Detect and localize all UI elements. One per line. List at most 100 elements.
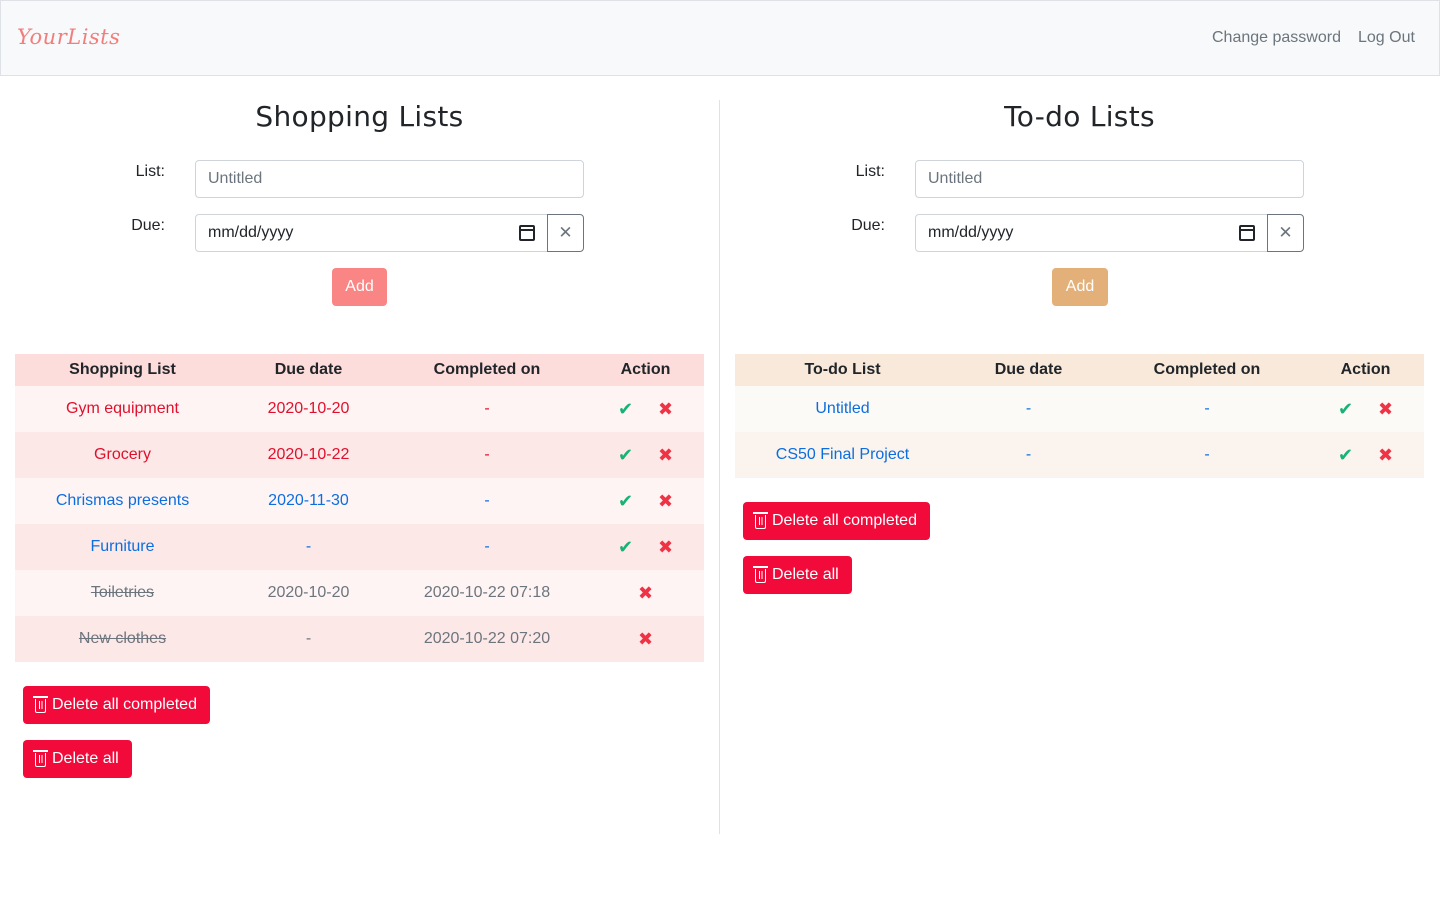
shopping-add-button[interactable]: Add (332, 268, 387, 306)
due-date-cell: 2020-10-20 (230, 570, 387, 616)
x-icon[interactable]: ✖ (646, 399, 686, 420)
x-icon: ✕ (1278, 223, 1293, 242)
x-icon[interactable]: ✖ (1366, 399, 1406, 420)
x-icon[interactable]: ✖ (646, 445, 686, 466)
list-name-link[interactable]: Toiletries (15, 570, 230, 616)
brand-logo[interactable]: YourLists (17, 25, 120, 49)
completed-cell: - (1107, 432, 1307, 478)
table-row: CS50 Final Project - - ✔ ✖ (735, 432, 1424, 478)
check-icon[interactable]: ✔ (606, 537, 646, 558)
check-icon[interactable]: ✔ (606, 399, 646, 420)
column-header: Action (1307, 354, 1424, 386)
shopping-title: Shopping Lists (255, 100, 464, 133)
column-header: To-do List (735, 354, 950, 386)
column-header: Completed on (1107, 354, 1307, 386)
x-icon: ✕ (558, 223, 573, 242)
completed-cell: - (387, 386, 587, 432)
todo-due-input[interactable]: mm/dd/yyyy (915, 214, 1268, 252)
due-date-cell: 2020-10-20 (230, 386, 387, 432)
shopping-table: Shopping List Due date Completed on Acti… (15, 354, 704, 662)
list-name-link[interactable]: Grocery (15, 432, 230, 478)
change-password-link[interactable]: Change password (1212, 29, 1341, 47)
list-name-link[interactable]: Chrismas presents (15, 478, 230, 524)
table-row: Gym equipment 2020-10-20 - ✔ ✖ (15, 386, 704, 432)
logout-link[interactable]: Log Out (1358, 29, 1415, 47)
column-header: Shopping List (15, 354, 230, 386)
table-row: New clothes - 2020-10-22 07:20 ✖ (15, 616, 704, 662)
delete-completed-label: Delete all completed (772, 512, 917, 529)
shopping-due-label: Due: (131, 217, 165, 234)
x-icon[interactable]: ✖ (626, 583, 666, 604)
table-row: Chrismas presents 2020-11-30 - ✔ ✖ (15, 478, 704, 524)
completed-cell: - (387, 524, 587, 570)
trash-icon (753, 566, 768, 583)
due-date-cell: - (950, 432, 1107, 478)
table-header-row: To-do List Due date Completed on Action (735, 354, 1424, 386)
completed-cell: - (1107, 386, 1307, 432)
check-icon[interactable]: ✔ (1326, 399, 1366, 420)
x-icon[interactable]: ✖ (646, 537, 686, 558)
todo-table: To-do List Due date Completed on Action … (735, 354, 1424, 478)
column-header: Due date (950, 354, 1107, 386)
shopping-delete-completed-button[interactable]: Delete all completed (23, 686, 210, 724)
todo-delete-all-button[interactable]: Delete all (743, 556, 852, 594)
due-date-cell: - (230, 616, 387, 662)
table-row: Furniture - - ✔ ✖ (15, 524, 704, 570)
action-cell: ✔ ✖ (587, 524, 704, 570)
trash-icon (753, 512, 768, 529)
todo-delete-completed-button[interactable]: Delete all completed (743, 502, 930, 540)
check-icon[interactable]: ✔ (606, 445, 646, 466)
completed-cell: - (387, 432, 587, 478)
navbar: YourLists Change password Log Out (0, 0, 1440, 76)
x-icon[interactable]: ✖ (646, 491, 686, 512)
completed-cell: 2020-10-22 07:18 (387, 570, 587, 616)
column-header: Completed on (387, 354, 587, 386)
column-header: Due date (230, 354, 387, 386)
todo-due-placeholder: mm/dd/yyyy (928, 224, 1014, 241)
action-cell: ✔ ✖ (1307, 386, 1424, 432)
list-name-link[interactable]: Furniture (15, 524, 230, 570)
shopping-panel: Shopping Lists List: Due: mm/dd/yyyy ✕ A… (0, 76, 720, 900)
x-icon[interactable]: ✖ (626, 629, 666, 650)
todo-list-label: List: (855, 163, 885, 180)
check-icon[interactable]: ✔ (1326, 445, 1366, 466)
list-name-link[interactable]: New clothes (15, 616, 230, 662)
x-icon[interactable]: ✖ (1366, 445, 1406, 466)
trash-icon (33, 750, 48, 767)
shopping-delete-all-button[interactable]: Delete all (23, 740, 132, 778)
shopping-list-label: List: (135, 163, 165, 180)
shopping-clear-due-button[interactable]: ✕ (547, 214, 584, 252)
table-row: Untitled - - ✔ ✖ (735, 386, 1424, 432)
due-date-cell: 2020-10-22 (230, 432, 387, 478)
shopping-due-input[interactable]: mm/dd/yyyy (195, 214, 548, 252)
action-cell: ✔ ✖ (587, 432, 704, 478)
todo-panel: To-do Lists List: Due: mm/dd/yyyy ✕ Add … (720, 76, 1440, 900)
action-cell: ✖ (587, 616, 704, 662)
shopping-list-input[interactable] (195, 160, 584, 198)
delete-all-label: Delete all (52, 750, 119, 767)
table-row: Grocery 2020-10-22 - ✔ ✖ (15, 432, 704, 478)
delete-all-label: Delete all (772, 566, 839, 583)
list-name-link[interactable]: Gym equipment (15, 386, 230, 432)
table-header-row: Shopping List Due date Completed on Acti… (15, 354, 704, 386)
todo-list-input[interactable] (915, 160, 1304, 198)
shopping-due-group: mm/dd/yyyy ✕ (195, 214, 584, 252)
todo-title: To-do Lists (1004, 100, 1155, 133)
shopping-due-placeholder: mm/dd/yyyy (208, 224, 294, 241)
calendar-icon[interactable] (1239, 225, 1255, 241)
due-date-cell: - (950, 386, 1107, 432)
action-cell: ✔ ✖ (587, 478, 704, 524)
check-icon[interactable]: ✔ (606, 491, 646, 512)
action-cell: ✔ ✖ (587, 386, 704, 432)
todo-add-button[interactable]: Add (1052, 268, 1108, 306)
list-name-link[interactable]: Untitled (735, 386, 950, 432)
due-date-cell: 2020-11-30 (230, 478, 387, 524)
delete-completed-label: Delete all completed (52, 696, 197, 713)
action-cell: ✔ ✖ (1307, 432, 1424, 478)
todo-due-label: Due: (851, 217, 885, 234)
list-name-link[interactable]: CS50 Final Project (735, 432, 950, 478)
completed-cell: - (387, 478, 587, 524)
calendar-icon[interactable] (519, 225, 535, 241)
todo-clear-due-button[interactable]: ✕ (1267, 214, 1304, 252)
completed-cell: 2020-10-22 07:20 (387, 616, 587, 662)
